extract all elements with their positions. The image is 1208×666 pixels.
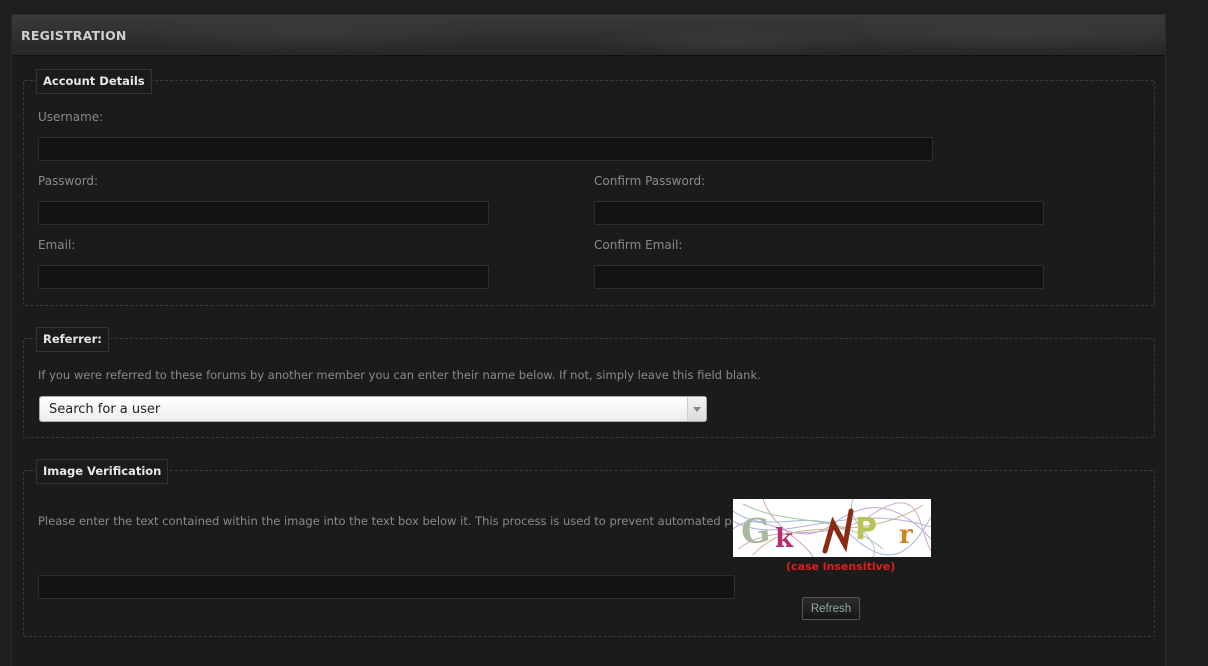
- panel-header: REGISTRATION: [12, 15, 1165, 56]
- captcha-input[interactable]: [38, 575, 735, 599]
- image-verification-section: Image Verification Please enter the text…: [23, 459, 1155, 637]
- chevron-down-icon[interactable]: [687, 397, 706, 421]
- confirm-email-input[interactable]: [594, 265, 1044, 289]
- svg-text:r: r: [899, 520, 913, 550]
- svg-text:P: P: [855, 512, 877, 547]
- svg-text:k: k: [775, 524, 794, 554]
- username-label: Username:: [38, 110, 104, 124]
- referrer-description: If you were referred to these forums by …: [38, 368, 761, 382]
- account-details-legend: Account Details: [36, 69, 152, 94]
- confirm-email-label: Confirm Email:: [594, 238, 683, 252]
- captcha-image: G k P r: [733, 499, 931, 557]
- confirm-password-input[interactable]: [594, 201, 1044, 225]
- email-label: Email:: [38, 238, 76, 252]
- refresh-captcha-button[interactable]: Refresh: [802, 597, 860, 620]
- verification-description: Please enter the text contained within t…: [38, 514, 786, 528]
- referrer-section: Referrer: If you were referred to these …: [23, 327, 1155, 438]
- svg-text:G: G: [740, 511, 772, 553]
- confirm-password-label: Confirm Password:: [594, 174, 706, 188]
- registration-panel: REGISTRATION Account Details Username: P…: [11, 14, 1166, 666]
- account-details-section: Account Details Username: Password: Conf…: [23, 69, 1155, 306]
- email-input[interactable]: [38, 265, 489, 289]
- referrer-legend: Referrer:: [36, 327, 109, 352]
- password-label: Password:: [38, 174, 99, 188]
- username-input[interactable]: [38, 137, 933, 161]
- referrer-select-value: Search for a user: [49, 402, 161, 417]
- password-input[interactable]: [38, 201, 489, 225]
- panel-title: REGISTRATION: [21, 28, 127, 43]
- case-insensitive-note: (case insensitive): [786, 560, 896, 573]
- image-verification-legend: Image Verification: [36, 459, 169, 484]
- referrer-user-select[interactable]: Search for a user: [39, 396, 707, 422]
